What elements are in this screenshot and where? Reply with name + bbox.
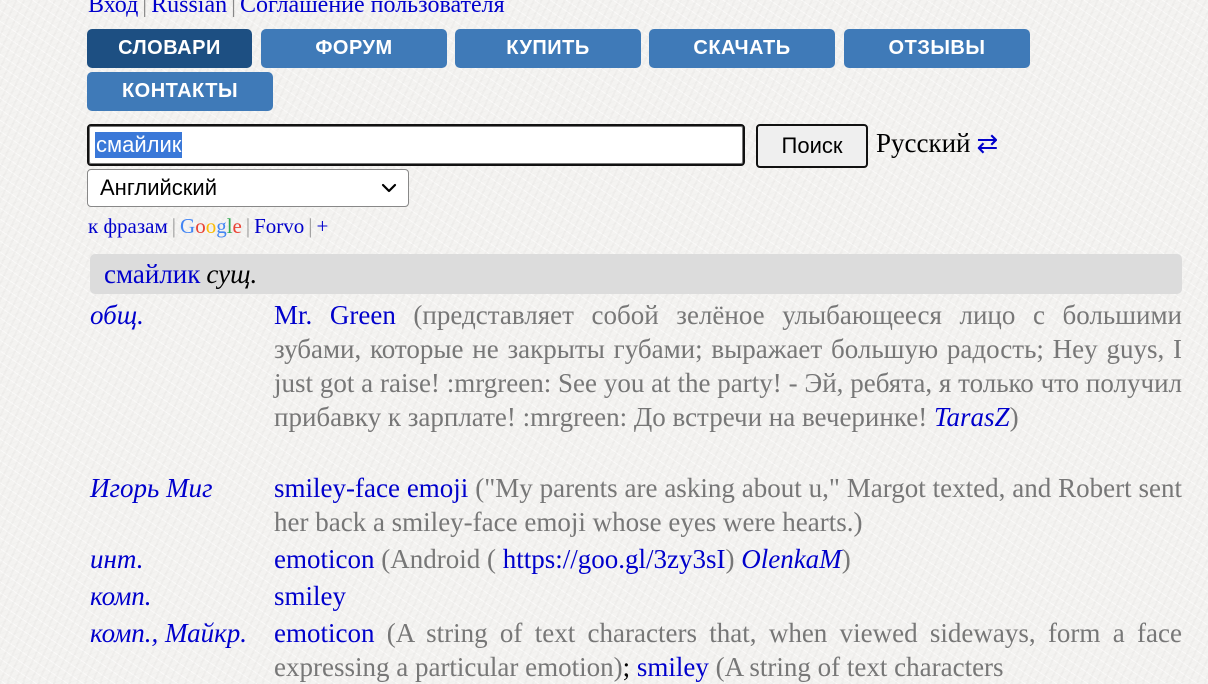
search-button[interactable]: Поиск — [756, 124, 868, 168]
author-link[interactable]: OlenkaM — [741, 544, 841, 574]
links-separator: | — [245, 214, 251, 238]
translation-text: emoticon (Android ( https://goo.gl/3zy3s… — [274, 542, 1182, 576]
translation-text: Mr. Green (представляет собой зелёное ул… — [274, 298, 1182, 434]
subject-label[interactable]: комп. — [90, 579, 152, 613]
nav-separator: | — [142, 0, 148, 18]
target-language-select[interactable]: Английский — [87, 169, 409, 207]
subject-label[interactable]: Игорь Миг — [90, 471, 213, 505]
google-letter: g — [216, 214, 227, 238]
top-nav: Вход | Russian | Соглашение пользователя — [88, 0, 505, 19]
source-language-label: Русский — [876, 128, 971, 158]
translation-note: ) — [725, 544, 742, 574]
translation-text: smiley-face emoji ("My parents are askin… — [274, 471, 1182, 539]
menu-download-button[interactable]: СКАЧАТЬ — [649, 29, 835, 68]
menu-forum-button[interactable]: ФОРУМ — [261, 29, 447, 68]
paren: ) — [1009, 402, 1019, 432]
separator: ; — [622, 652, 637, 682]
translation-term[interactable]: emoticon — [274, 618, 374, 648]
links-separator: | — [308, 214, 313, 238]
forvo-link[interactable]: Forvo — [254, 214, 304, 238]
google-letter: o — [205, 214, 217, 238]
menu-contacts-button[interactable]: КОНТАКТЫ — [87, 72, 273, 111]
user-agreement-link[interactable]: Соглашение пользователя — [240, 0, 505, 18]
translation-term[interactable]: smiley — [637, 652, 709, 682]
search-input-value: смайлик — [95, 132, 183, 158]
author-link[interactable]: TarasZ — [934, 402, 1010, 432]
google-letter: e — [232, 214, 242, 238]
chevron-down-icon — [381, 183, 397, 193]
headword-bar: смайлик сущ. — [90, 254, 1182, 294]
translation-text: smiley — [274, 579, 1182, 613]
search-input[interactable]: смайлик — [87, 124, 745, 166]
menu-dictionaries-button[interactable]: СЛОВАРИ — [87, 29, 252, 68]
google-link[interactable]: Google — [180, 214, 242, 238]
google-letter: o — [195, 214, 206, 238]
login-link[interactable]: Вход — [88, 0, 138, 18]
external-links: к фразам | Google | Forvo | + — [88, 214, 328, 239]
translation-term[interactable]: Mr. Green — [274, 300, 396, 330]
target-language-value: Английский — [100, 175, 217, 200]
links-separator: | — [171, 214, 177, 238]
translation-note: (Android ( — [374, 544, 503, 574]
subject-label[interactable]: комп., Майкр. — [90, 616, 247, 650]
translation-text: emoticon (A string of text characters th… — [274, 616, 1182, 684]
subject-label[interactable]: инт. — [90, 542, 143, 576]
language-link[interactable]: Russian — [151, 0, 227, 18]
subject-label[interactable]: общ. — [90, 298, 144, 332]
menu-buy-button[interactable]: КУПИТЬ — [455, 29, 641, 68]
headword[interactable]: смайлик — [104, 259, 200, 290]
swap-languages-icon[interactable]: ⇄ — [977, 129, 999, 158]
source-language: Русский ⇄ — [876, 128, 998, 159]
translation-term[interactable]: smiley — [274, 581, 346, 611]
add-link[interactable]: + — [316, 214, 328, 238]
translation-note: (A string of text characters — [708, 652, 1004, 682]
translation-term[interactable]: smiley-face emoji — [274, 473, 468, 503]
menu-reviews-button[interactable]: ОТЗЫВЫ — [844, 29, 1030, 68]
nav-separator: | — [231, 0, 236, 18]
part-of-speech: сущ. — [206, 258, 258, 289]
source-link[interactable]: https://goo.gl/3zy3sI — [503, 544, 726, 574]
paren: ) — [841, 544, 851, 574]
google-letter: G — [180, 214, 196, 238]
translation-term[interactable]: emoticon — [274, 544, 374, 574]
translation-note: (представляет собой зелёное улыбающееся … — [274, 300, 1183, 432]
phrases-link[interactable]: к фразам — [88, 214, 168, 238]
